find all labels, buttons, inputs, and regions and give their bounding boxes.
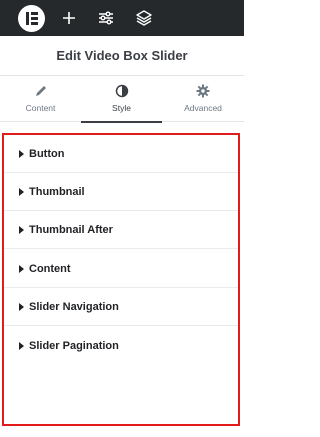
section-label: Slider Navigation	[29, 301, 119, 313]
section-label: Thumbnail After	[29, 224, 113, 236]
tab-label: Style	[112, 103, 131, 113]
section-slider-navigation[interactable]: Slider Navigation	[4, 288, 238, 326]
caret-right-icon	[19, 226, 24, 234]
caret-right-icon	[19, 150, 24, 158]
section-label: Button	[29, 148, 65, 160]
sliders-icon[interactable]	[96, 8, 116, 28]
section-content[interactable]: Content	[4, 250, 238, 288]
section-slider-pagination[interactable]: Slider Pagination	[4, 327, 238, 365]
tab-advanced[interactable]: Advanced	[162, 76, 244, 122]
panel-title: Edit Video Box Slider	[0, 36, 244, 76]
caret-right-icon	[19, 188, 24, 196]
style-sections-list: Button Thumbnail Thumbnail After Content…	[2, 133, 240, 426]
tab-label: Content	[25, 103, 56, 113]
tab-content[interactable]: Content	[0, 76, 81, 122]
section-label: Thumbnail	[29, 186, 85, 198]
section-thumbnail[interactable]: Thumbnail	[4, 173, 238, 211]
contrast-icon	[115, 84, 128, 98]
pencil-icon	[35, 86, 46, 96]
top-toolbar	[0, 0, 244, 36]
caret-right-icon	[19, 265, 24, 273]
section-button[interactable]: Button	[4, 135, 238, 173]
layers-icon[interactable]	[134, 8, 154, 28]
section-label: Slider Pagination	[29, 340, 119, 352]
plus-icon[interactable]	[59, 8, 79, 28]
tab-style[interactable]: Style	[81, 76, 162, 123]
caret-right-icon	[19, 342, 24, 350]
section-label: Content	[29, 263, 71, 275]
elementor-logo-icon[interactable]	[18, 5, 45, 32]
section-thumbnail-after[interactable]: Thumbnail After	[4, 211, 238, 249]
tab-label: Advanced	[184, 103, 222, 113]
caret-right-icon	[19, 303, 24, 311]
panel-tabs: Content Style Advanced	[0, 76, 244, 123]
gear-icon	[196, 84, 210, 98]
